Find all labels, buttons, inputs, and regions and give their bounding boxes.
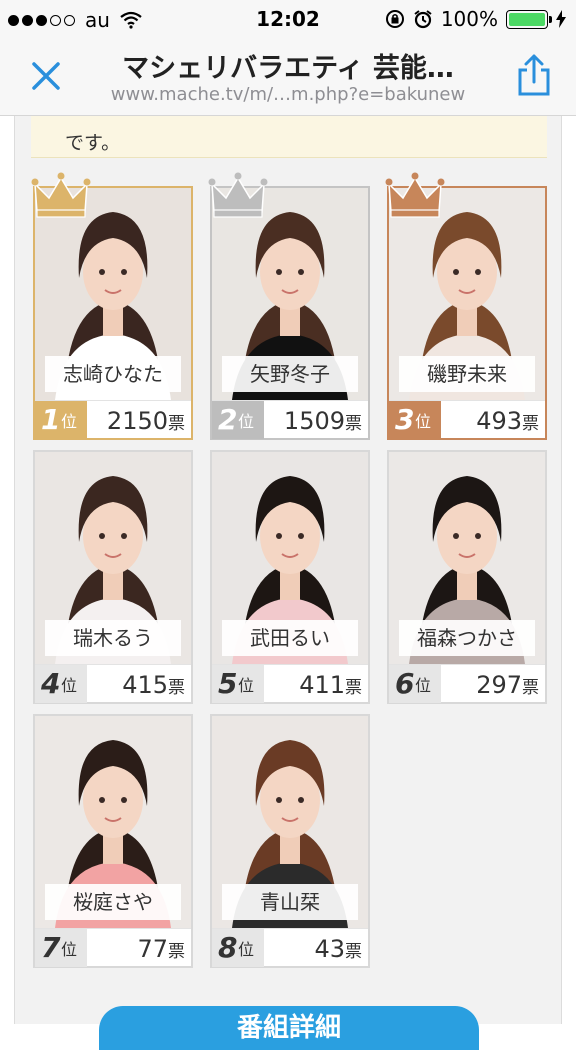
rank-row: 4 位 415票 bbox=[35, 664, 191, 703]
rank-suffix: 位 bbox=[238, 676, 255, 695]
vote-number: 411 bbox=[299, 671, 345, 699]
browser-header: マシェリバラエティ 芸能… www.mache.tv/m/…m.php?e=ba… bbox=[0, 38, 576, 116]
page-content: です。 志崎ひなた 1 位 2150票 矢野冬子 2 位 1509票 磯野未来 … bbox=[14, 116, 562, 1050]
rank-row: 8 位 43票 bbox=[212, 928, 368, 967]
rank-row: 1 位 2150票 bbox=[35, 400, 191, 439]
rank-suffix: 位 bbox=[238, 940, 255, 959]
ranking-card[interactable]: 福森つかさ 6 位 297票 bbox=[387, 450, 547, 704]
rank-badge: 4 位 bbox=[35, 665, 87, 703]
member-name: 瑞木るう bbox=[45, 620, 181, 656]
vote-count: 493票 bbox=[476, 401, 539, 444]
page-title: マシェリバラエティ 芸能… bbox=[122, 53, 454, 84]
vote-unit: 票 bbox=[168, 414, 185, 434]
vote-number: 493 bbox=[476, 407, 522, 435]
rank-number: 2 bbox=[218, 403, 238, 436]
ranking-card[interactable]: 桜庭さや 7 位 77票 bbox=[33, 714, 193, 968]
rank-badge: 5 位 bbox=[212, 665, 264, 703]
rank-suffix: 位 bbox=[61, 412, 78, 431]
rank-suffix: 位 bbox=[415, 676, 432, 695]
rank-number: 6 bbox=[395, 667, 415, 700]
notice-box: です。 bbox=[31, 116, 547, 158]
vote-unit: 票 bbox=[168, 678, 185, 698]
notice-text: です。 bbox=[65, 132, 121, 154]
page-url[interactable]: www.mache.tv/m/…m.php?e=bakunew bbox=[90, 84, 486, 105]
rank-number: 3 bbox=[395, 403, 415, 436]
vote-unit: 票 bbox=[345, 414, 362, 434]
rank-row: 6 位 297票 bbox=[389, 664, 545, 703]
bronze-crown-icon bbox=[385, 172, 445, 218]
rank-suffix: 位 bbox=[61, 940, 78, 959]
vote-count: 297票 bbox=[476, 665, 539, 708]
rank-row: 5 位 411票 bbox=[212, 664, 368, 703]
ranking-card[interactable]: 武田るい 5 位 411票 bbox=[210, 450, 370, 704]
rank-number: 4 bbox=[41, 667, 61, 700]
member-name: 桜庭さや bbox=[45, 884, 181, 920]
rank-suffix: 位 bbox=[415, 412, 432, 431]
rank-number: 8 bbox=[218, 931, 238, 964]
member-name: 福森つかさ bbox=[399, 620, 535, 656]
rank-row: 7 位 77票 bbox=[35, 928, 191, 967]
vote-unit: 票 bbox=[168, 942, 185, 962]
rank-badge: 7 位 bbox=[35, 929, 87, 967]
member-name: 矢野冬子 bbox=[222, 356, 358, 392]
ranking-card[interactable]: 矢野冬子 2 位 1509票 bbox=[208, 172, 370, 440]
rank-badge: 1 位 bbox=[35, 401, 87, 439]
ranking-card[interactable]: 瑞木るう 4 位 415票 bbox=[33, 450, 193, 704]
vote-count: 43票 bbox=[314, 929, 362, 972]
rank-badge: 8 位 bbox=[212, 929, 264, 967]
rank-badge: 6 位 bbox=[389, 665, 441, 703]
vote-unit: 票 bbox=[345, 942, 362, 962]
rank-suffix: 位 bbox=[61, 676, 78, 695]
vote-number: 2150 bbox=[106, 407, 168, 435]
rank-number: 5 bbox=[218, 667, 238, 700]
vote-number: 297 bbox=[476, 671, 522, 699]
ranking-card[interactable]: 磯野未来 3 位 493票 bbox=[385, 172, 547, 440]
ranking-card[interactable]: 青山栞 8 位 43票 bbox=[210, 714, 370, 968]
battery-percent: 100% bbox=[440, 7, 498, 31]
rank-row: 3 位 493票 bbox=[389, 400, 545, 439]
vote-count: 415票 bbox=[122, 665, 185, 708]
status-bar: au 12:02 100% bbox=[0, 0, 576, 38]
vote-count: 2150票 bbox=[107, 401, 185, 444]
share-icon[interactable] bbox=[514, 52, 554, 98]
vote-number: 1509 bbox=[283, 407, 345, 435]
gold-crown-icon bbox=[31, 172, 91, 218]
notice-text-fragment bbox=[31, 116, 547, 121]
vote-count: 77票 bbox=[137, 929, 185, 972]
ranking-card[interactable]: 志崎ひなた 1 位 2150票 bbox=[31, 172, 193, 440]
charging-bolt-icon bbox=[556, 10, 566, 28]
member-name: 青山栞 bbox=[222, 884, 358, 920]
ranking-grid: 志崎ひなた 1 位 2150票 矢野冬子 2 位 1509票 磯野未来 3 位 … bbox=[31, 172, 547, 968]
program-details-button[interactable]: 番組詳細 bbox=[99, 1006, 479, 1050]
member-name: 志崎ひなた bbox=[45, 356, 181, 392]
rank-badge: 2 位 bbox=[212, 401, 264, 439]
member-name: 磯野未来 bbox=[399, 356, 535, 392]
rank-number: 7 bbox=[41, 931, 61, 964]
rank-badge: 3 位 bbox=[389, 401, 441, 439]
silver-crown-icon bbox=[208, 172, 268, 218]
battery-icon bbox=[506, 9, 552, 29]
rank-number: 1 bbox=[41, 403, 61, 436]
vote-count: 411票 bbox=[299, 665, 362, 708]
rotation-lock-icon bbox=[385, 10, 404, 28]
rank-suffix: 位 bbox=[238, 412, 255, 431]
vote-count: 1509票 bbox=[284, 401, 362, 444]
vote-number: 43 bbox=[314, 935, 345, 963]
vote-unit: 票 bbox=[522, 678, 539, 698]
rank-row: 2 位 1509票 bbox=[212, 400, 368, 439]
vote-number: 415 bbox=[122, 671, 168, 699]
vote-unit: 票 bbox=[522, 414, 539, 434]
member-name: 武田るい bbox=[222, 620, 358, 656]
vote-number: 77 bbox=[137, 935, 168, 963]
alarm-icon bbox=[414, 10, 432, 29]
close-icon[interactable] bbox=[26, 56, 66, 96]
vote-unit: 票 bbox=[345, 678, 362, 698]
